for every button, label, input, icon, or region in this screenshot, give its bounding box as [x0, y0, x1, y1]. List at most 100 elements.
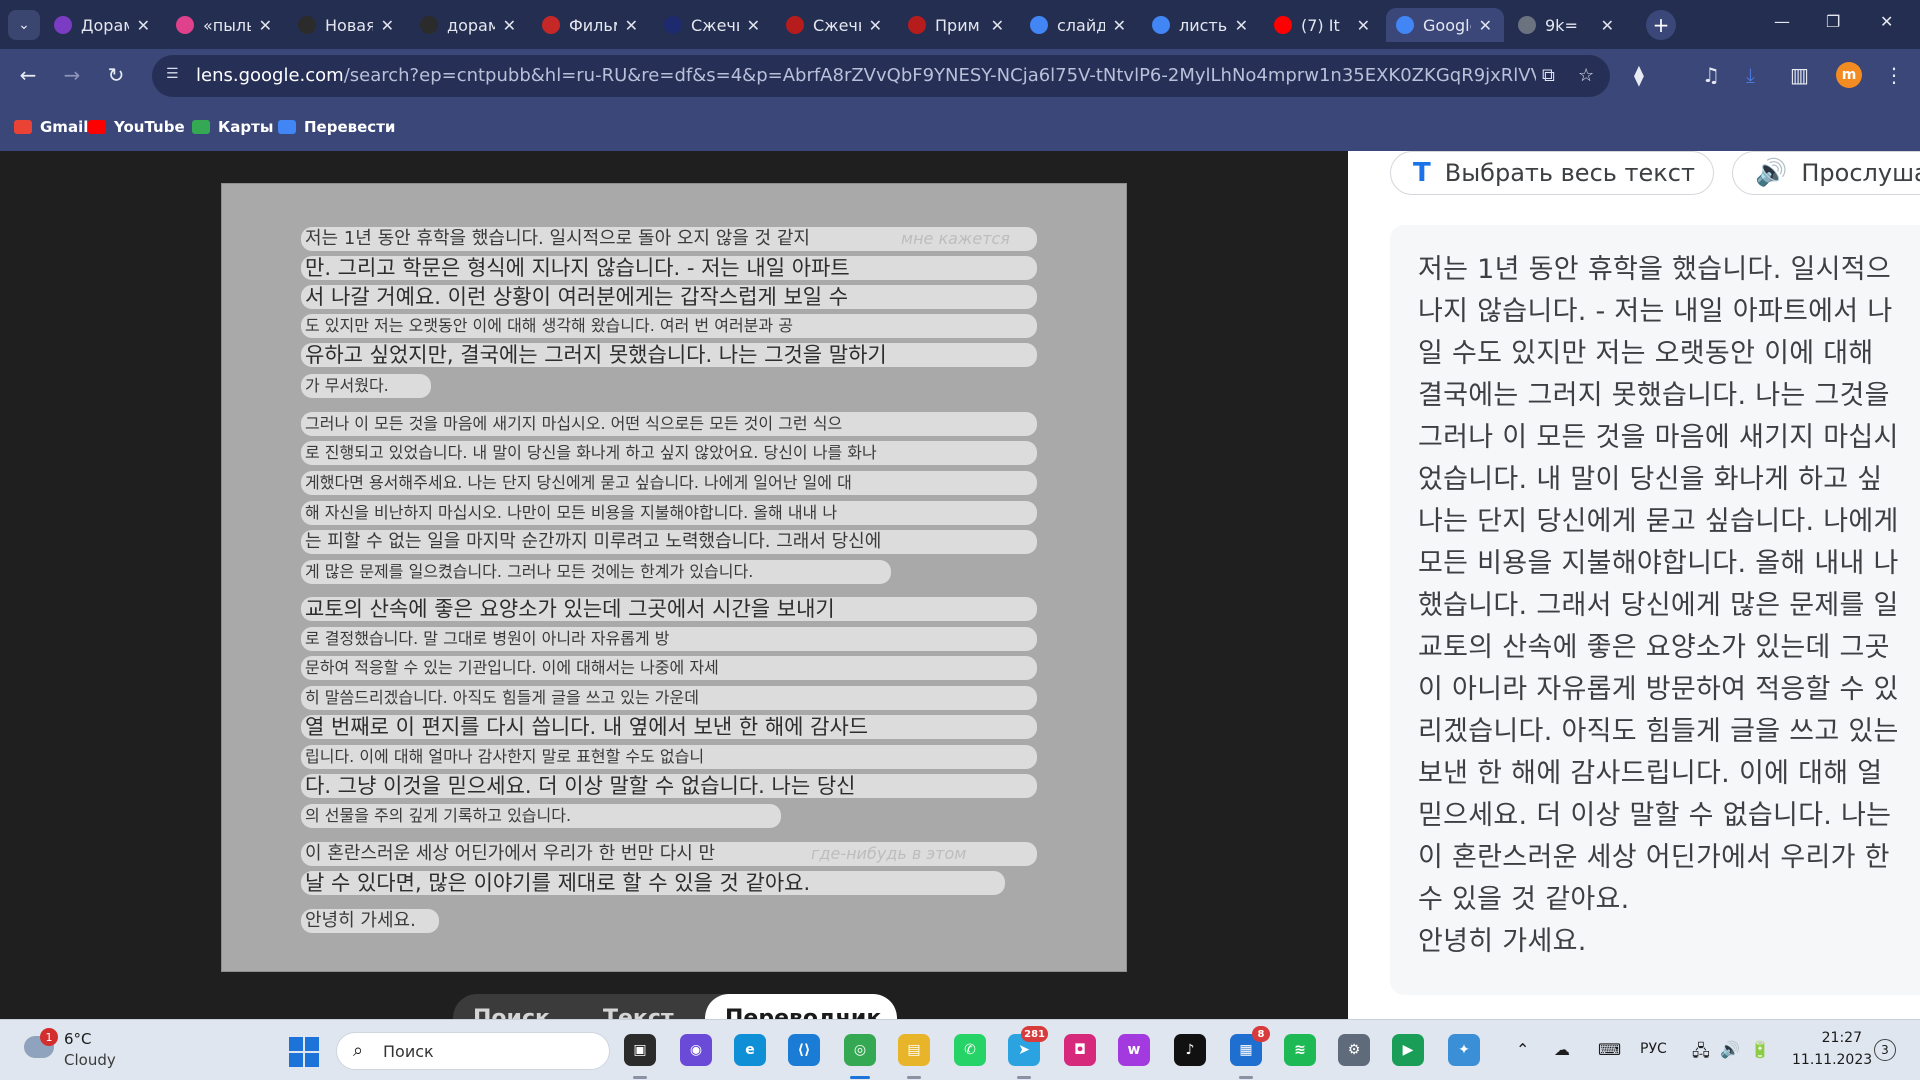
chrome-icon[interactable]: ◎ [844, 1034, 876, 1066]
whatsapp-icon[interactable]: ✆ [954, 1034, 986, 1066]
bookmark-gmail[interactable]: Gmail [14, 117, 88, 137]
browser-tab[interactable]: Фильм ✕ [532, 8, 650, 42]
settings-icon[interactable]: ⚙ [1338, 1034, 1370, 1066]
close-tab-icon[interactable]: ✕ [991, 16, 1004, 35]
document-text-line: 히 말씀드리겠습니다. 아직도 힘들게 글을 쓰고 있는 가운데 [301, 686, 1037, 710]
task-view-icon[interactable]: ▣ [624, 1034, 656, 1066]
download-icon[interactable]: ⤓ [1746, 63, 1755, 87]
translated-line: 모든 비용을 지불해야합니다. 올해 내내 나 [1418, 548, 1899, 579]
browser-tab[interactable]: Новая ✕ [288, 8, 406, 42]
bookmark-label: Gmail [40, 118, 89, 136]
touch-keyboard-icon[interactable]: ⌨ [1598, 1040, 1621, 1059]
meet-icon[interactable]: ◉ [680, 1034, 712, 1066]
media-controls-icon[interactable]: ♫ [1702, 63, 1720, 87]
document-text-line: 서 나갈 거예요. 이런 상황이 여러분에게는 갑작스럽게 보일 수 [301, 285, 1037, 309]
extensions-icon[interactable]: ⧫ [1634, 63, 1644, 87]
close-tab-icon[interactable]: ✕ [1479, 16, 1492, 35]
translated-line: 그러나 이 모든 것을 마음에 새기지 마십시 [1418, 422, 1899, 453]
network-icon[interactable]: 🖧 [1692, 1040, 1710, 1067]
running-indicator [1239, 1076, 1253, 1079]
url-text[interactable]: lens.google.com/search?ep=cntpubb&hl=ru-… [196, 65, 1536, 89]
input-language[interactable]: РУС [1640, 1041, 1667, 1057]
browser-tab[interactable]: Дорама ✕ [44, 8, 162, 42]
vscode-icon[interactable]: ⟨⟩ [788, 1034, 820, 1066]
close-tab-icon[interactable]: ✕ [1601, 16, 1614, 35]
tiktok-icon[interactable]: ♪ [1174, 1034, 1206, 1066]
wink-icon[interactable]: w [1118, 1034, 1150, 1066]
notification-center[interactable]: 3 [1874, 1039, 1896, 1061]
close-tab-icon[interactable]: ✕ [381, 16, 394, 35]
app-badge: 8 [1252, 1026, 1270, 1042]
bookmark-youtube[interactable]: YouTube [88, 117, 185, 137]
volume-icon[interactable]: 🔊 [1720, 1040, 1740, 1059]
play-store-icon[interactable]: ▶ [1392, 1034, 1424, 1066]
instagram-icon[interactable]: ◘ [1064, 1034, 1096, 1066]
close-tab-icon[interactable]: ✕ [503, 16, 516, 35]
game-icon[interactable]: ✦ [1448, 1034, 1480, 1066]
select-all-text-button[interactable]: T Выбрать весь текст [1390, 151, 1714, 195]
telegram-icon[interactable]: ➤ 281 [1008, 1026, 1048, 1066]
show-hidden-icons-icon[interactable]: ⌃ [1516, 1040, 1529, 1059]
weather-temperature[interactable]: 6°C [64, 1030, 92, 1048]
browser-tab[interactable]: Прим ✕ [898, 8, 1016, 42]
maximize-button[interactable]: ❐ [1826, 12, 1840, 31]
close-tab-icon[interactable]: ✕ [869, 16, 882, 35]
youtube-favicon-icon [1274, 16, 1292, 34]
store-icon[interactable]: ▦ 8 [1230, 1026, 1270, 1066]
bookmark-star-icon[interactable]: ☆ [1578, 65, 1594, 86]
browser-tab[interactable]: Google ✕ [1386, 8, 1504, 42]
side-panel-icon[interactable]: ▥ [1790, 63, 1809, 87]
site-settings-icon[interactable]: ☰ [166, 66, 184, 84]
minimize-button[interactable]: — [1774, 12, 1790, 31]
taskbar-search[interactable]: ⌕ Поиск [336, 1032, 610, 1070]
bookmark-translate[interactable]: Перевести [278, 117, 395, 137]
profile-avatar[interactable]: m [1836, 62, 1862, 88]
close-tab-icon[interactable]: ✕ [1357, 16, 1370, 35]
new-tab-button[interactable]: + [1646, 10, 1676, 40]
onedrive-icon[interactable]: ☁ [1554, 1040, 1570, 1059]
browser-tab[interactable]: «пыль ✕ [166, 8, 284, 42]
browser-tab[interactable]: Сжечь ✕ [776, 8, 894, 42]
close-window-button[interactable]: ✕ [1880, 12, 1893, 31]
close-tab-icon[interactable]: ✕ [259, 16, 272, 35]
translated-document-image[interactable]: 저는 1년 동안 휴학을 했습니다. 일시적으로 돌아 오지 않을 것 같지 만.… [221, 183, 1127, 972]
browser-tab[interactable]: 9k= ✕ [1508, 8, 1626, 42]
browser-tab[interactable]: (7) It ✕ [1264, 8, 1382, 42]
tab-title: Сжечь [691, 15, 739, 35]
spotify-icon[interactable]: ≋ [1284, 1034, 1316, 1066]
dorama-favicon-icon [54, 16, 72, 34]
close-tab-icon[interactable]: ✕ [747, 16, 760, 35]
close-tab-icon[interactable]: ✕ [625, 16, 638, 35]
listen-button[interactable]: 🔊 Прослушать [1732, 151, 1920, 195]
close-tab-icon[interactable]: ✕ [1235, 16, 1248, 35]
clock-date[interactable]: 11.11.2023 [1792, 1052, 1872, 1068]
tab-search-button[interactable]: ⌄ [8, 10, 40, 40]
document-text-line: 다. 그냥 이것을 믿으세요. 더 이상 말할 수 없습니다. 나는 당신 [301, 774, 1037, 798]
browser-tab[interactable]: Сжечь ✕ [654, 8, 772, 42]
start-button[interactable] [289, 1037, 319, 1067]
file-explorer-icon[interactable]: ▤ [898, 1034, 930, 1066]
install-app-icon[interactable]: ⧉ [1542, 65, 1555, 86]
bookmark-maps[interactable]: Карты [192, 117, 273, 137]
back-button[interactable]: ← [16, 63, 40, 87]
reload-button[interactable]: ↻ [104, 63, 128, 87]
tab-title: Сжечь [813, 15, 861, 35]
app-badge: 281 [1021, 1026, 1048, 1042]
forward-button[interactable]: → [60, 63, 84, 87]
menu-kebab-icon[interactable]: ⋮ [1884, 63, 1904, 87]
close-tab-icon[interactable]: ✕ [137, 16, 150, 35]
edge-icon[interactable]: e [734, 1034, 766, 1066]
address-bar[interactable]: ☰ lens.google.com/search?ep=cntpubb&hl=r… [152, 55, 1610, 97]
b-favicon-icon [664, 16, 682, 34]
battery-icon[interactable]: 🔋 [1750, 1040, 1770, 1059]
weather-condition[interactable]: Cloudy [64, 1051, 116, 1069]
google-lens-favicon-icon [1396, 16, 1414, 34]
document-text-line: 의 선물을 주의 깊게 기록하고 있습니다. [301, 804, 781, 828]
browser-tab[interactable]: дорама ✕ [410, 8, 528, 42]
browser-tab[interactable]: слайд ✕ [1020, 8, 1138, 42]
close-tab-icon[interactable]: ✕ [1113, 16, 1126, 35]
translated-text-box[interactable]: 저는 1년 동안 휴학을 했습니다. 일시적으 나지 않습니다. - 저는 내일 … [1390, 225, 1920, 995]
document-text-line: 게 많은 문제를 일으켰습니다. 그러나 모든 것에는 한계가 있습니다. [301, 560, 891, 584]
clock-time[interactable]: 21:27 [1792, 1030, 1862, 1046]
browser-tab[interactable]: листь ✕ [1142, 8, 1260, 42]
